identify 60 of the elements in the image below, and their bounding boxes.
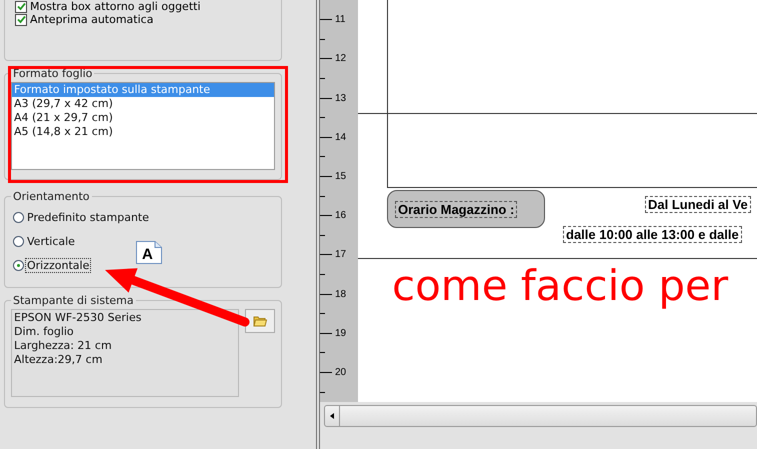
ruler-tick	[320, 136, 332, 138]
ruler-number: 14	[335, 132, 346, 143]
ruler-tick	[320, 78, 325, 80]
ruler-tick	[320, 352, 325, 354]
ruler-tick	[320, 313, 325, 314]
group-title: Formato foglio	[12, 67, 94, 80]
ruler-tick	[320, 234, 325, 236]
ruler-tick	[320, 196, 325, 197]
radio-button[interactable]	[13, 260, 24, 270]
folder-button[interactable]	[245, 309, 275, 333]
ruler-number: 18	[335, 288, 346, 300]
left-arrow-icon	[330, 413, 334, 419]
checkbox[interactable]	[15, 0, 27, 12]
ruler-number: 16	[335, 210, 346, 222]
ruler-tick	[320, 19, 332, 20]
ruler-tick	[320, 38, 325, 40]
ruler-number: 11	[335, 14, 346, 26]
info-line: Altezza:29,7 cm	[14, 353, 104, 367]
ruler-tick	[320, 372, 332, 373]
info-line: Larghezza: 21 cm	[14, 339, 113, 353]
ruler-tick	[320, 98, 332, 99]
ruler-number: 17	[335, 249, 346, 260]
list-item[interactable]: A5 (14,8 x 21 cm)	[12, 125, 274, 139]
ruler-tick	[320, 117, 325, 118]
list-item[interactable]: A4 (21 x 29,7 cm)	[12, 111, 274, 125]
ruler-tick	[320, 274, 325, 276]
page-letter-icon: A	[136, 241, 162, 264]
horizontal-scrollbar[interactable]	[324, 405, 757, 427]
ruler-number: 12	[335, 53, 346, 64]
radio-button[interactable]	[13, 236, 24, 246]
ruler-tick	[320, 294, 332, 295]
radio-label[interactable]: Orizzontale	[26, 258, 90, 272]
ruler-number: 20	[335, 366, 346, 378]
checkbox-label[interactable]: Anteprima automatica	[30, 13, 154, 26]
list-item[interactable]: A3 (29,7 x 42 cm)	[12, 97, 274, 111]
info-line: Dim. foglio	[14, 325, 75, 339]
info-line: EPSON WF-2530 Series	[14, 311, 142, 325]
group-title: Stampante di sistema	[12, 294, 135, 307]
field-text: Orario Magazzino :	[395, 200, 518, 218]
format-list[interactable]: Formato impostato sulla stampante A3 (29,7 x 42 cm) A4 (21 x 29,7 cm) A5 (14,8 x 21 cm)	[11, 82, 275, 170]
radio-label[interactable]: Predefinito stampante	[26, 210, 150, 224]
annotation-text: come faccio per	[392, 260, 728, 312]
checkbox[interactable]	[15, 14, 27, 26]
field-text: dalle 10:00 alle 13:00 e dalle	[563, 226, 742, 243]
ruler-tick	[320, 58, 332, 60]
folder-icon	[253, 315, 268, 327]
ruler-tick	[320, 156, 325, 158]
ruler-tick	[320, 254, 332, 256]
radio-button[interactable]	[13, 212, 24, 222]
ruler-tick	[320, 176, 332, 178]
ruler-number: 13	[335, 92, 346, 104]
ruler-number: 15	[335, 171, 346, 182]
ruler-tick	[320, 215, 332, 216]
radio-label[interactable]: Verticale	[26, 234, 76, 248]
group-title: Orientamento	[12, 190, 91, 203]
ruler-number: 19	[335, 328, 346, 339]
ruler-tick	[320, 332, 332, 334]
ruler-tick	[320, 392, 325, 393]
field-text: Dal Lunedi al Ve	[645, 196, 751, 213]
checkbox-label[interactable]: Mostra box attorno agli oggetti	[30, 0, 201, 13]
